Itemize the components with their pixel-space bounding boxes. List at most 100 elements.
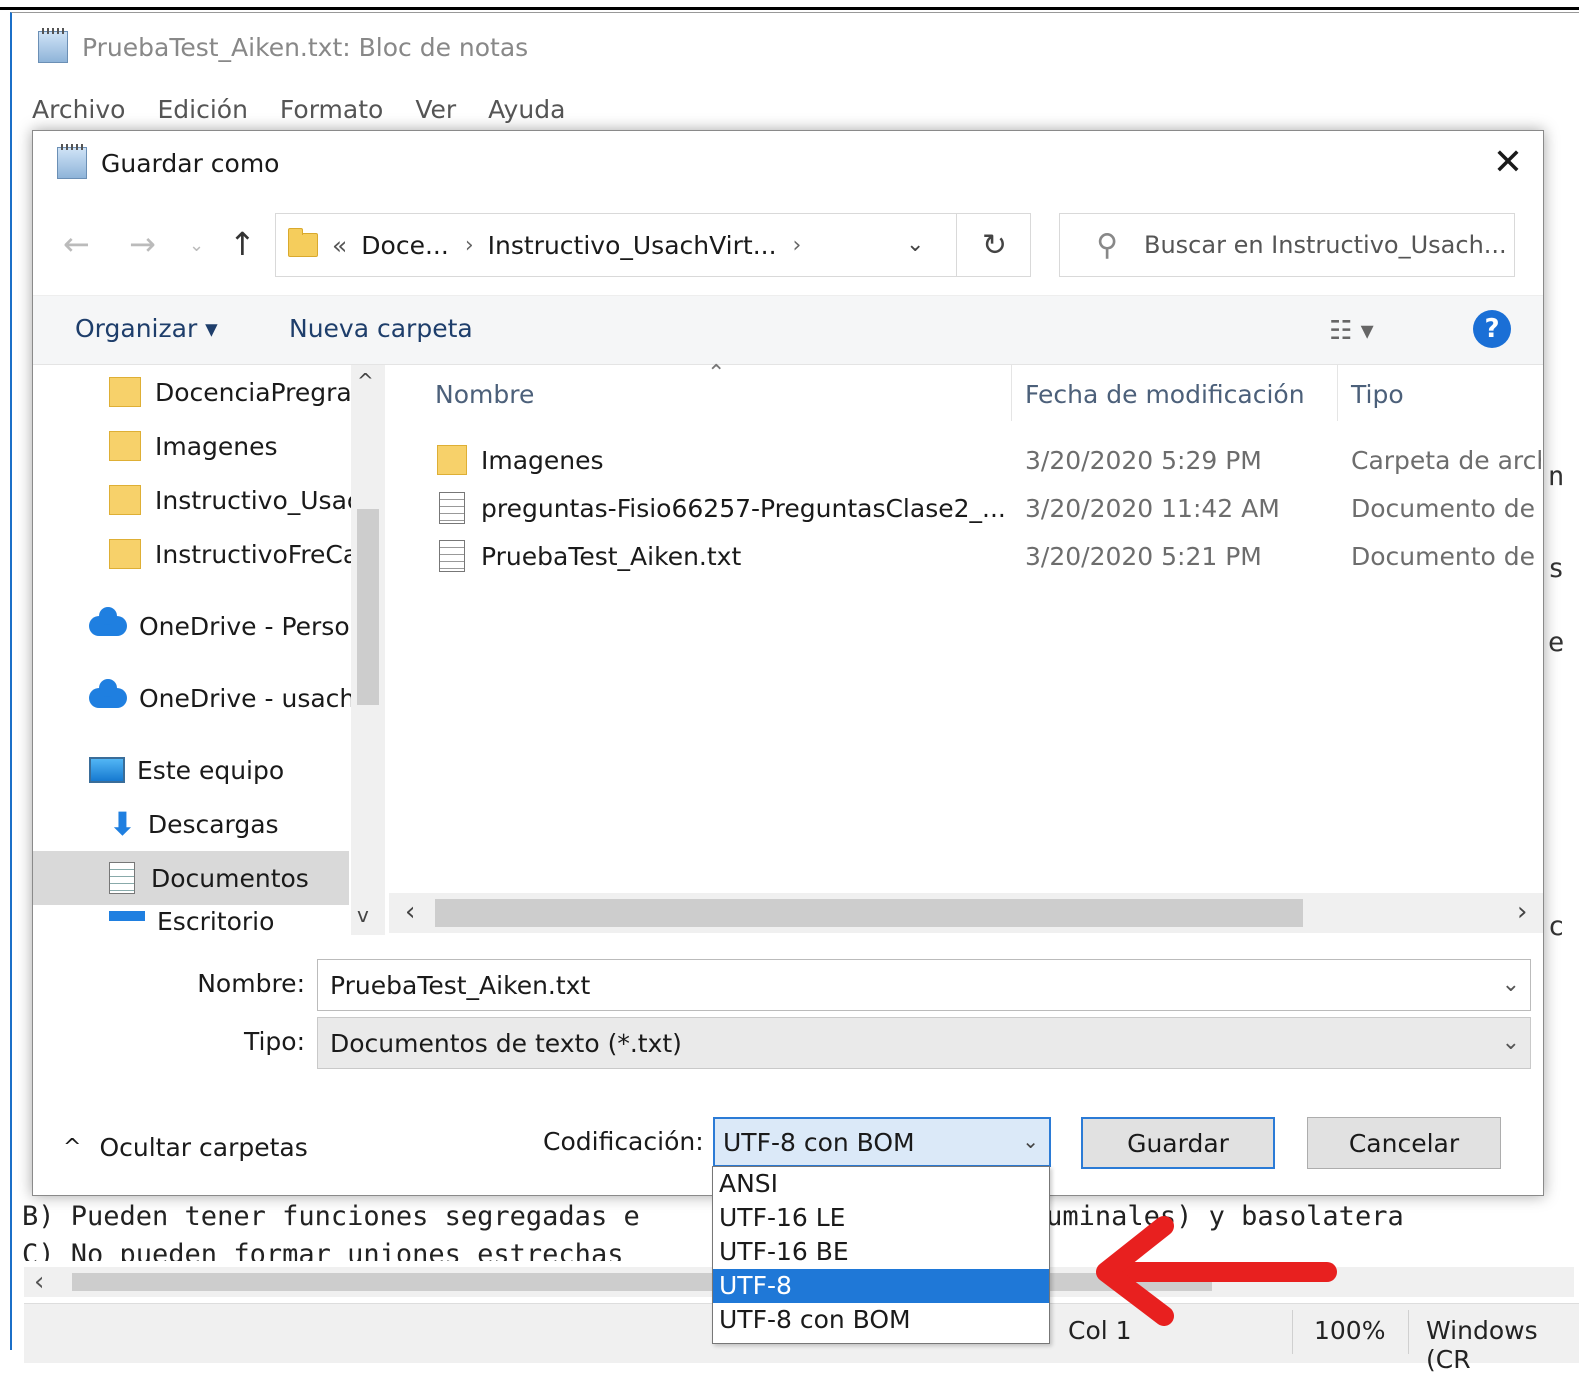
breadcrumb-chevron-icon[interactable]: › bbox=[793, 233, 802, 258]
scroll-left-icon[interactable]: ‹ bbox=[405, 897, 415, 927]
top-border bbox=[0, 0, 1579, 10]
encoding-option-utf8-bom[interactable]: UTF-8 con BOM bbox=[713, 1303, 1049, 1337]
nav-item-onedrive-personal[interactable]: OneDrive - Persor bbox=[89, 601, 360, 651]
filename-value: PruebaTest_Aiken.txt bbox=[330, 970, 591, 1000]
nav-item-docencia[interactable]: DocenciaPregrad bbox=[109, 367, 368, 417]
chevron-up-icon: ^ bbox=[63, 1135, 82, 1160]
chevron-down-icon[interactable]: ⌄ bbox=[1502, 972, 1520, 997]
cancel-button[interactable]: Cancelar bbox=[1307, 1117, 1501, 1169]
nav-item-label: Escritorio bbox=[157, 907, 275, 935]
close-icon[interactable]: ✕ bbox=[1493, 143, 1523, 183]
folder-icon bbox=[109, 431, 141, 461]
folder-icon bbox=[109, 377, 141, 407]
view-options-icon[interactable]: ☷ ▾ bbox=[1329, 316, 1374, 346]
address-dropdown-icon[interactable]: ⌄ bbox=[906, 232, 924, 257]
desktop-icon bbox=[109, 911, 145, 921]
folder-icon bbox=[109, 485, 141, 515]
breadcrumb-chevron-icon[interactable]: › bbox=[465, 233, 474, 258]
nav-item-instructivo-freca[interactable]: InstructivoFreCa bbox=[109, 529, 358, 579]
breadcrumb-instructivo[interactable]: Instructivo_UsachVirt... bbox=[488, 231, 777, 260]
encoding-option-ansi[interactable]: ANSI bbox=[713, 1167, 1049, 1201]
encoding-option-utf16le[interactable]: UTF-16 LE bbox=[713, 1201, 1049, 1235]
nav-item-onedrive-usach[interactable]: OneDrive - usach. bbox=[89, 673, 363, 723]
search-box[interactable]: ⚲ Buscar en Instructivo_Usach... bbox=[1059, 213, 1515, 277]
file-date: 3/20/2020 5:21 PM bbox=[1025, 541, 1262, 571]
refresh-icon[interactable]: ↻ bbox=[956, 214, 1032, 276]
save-button[interactable]: Guardar bbox=[1081, 1117, 1275, 1169]
nav-item-descargas[interactable]: ⬇ Descargas bbox=[109, 799, 279, 849]
file-name: Imagenes bbox=[481, 445, 604, 475]
back-arrow-icon[interactable]: ← bbox=[63, 225, 90, 263]
chevron-down-icon[interactable]: ⌄ bbox=[1022, 1129, 1039, 1153]
file-list: ⌃ Nombre Fecha de modificación Tipo Imag… bbox=[389, 361, 1543, 935]
breadcrumb-docencia[interactable]: Doce... bbox=[361, 231, 449, 260]
dialog-title: Guardar como bbox=[101, 148, 280, 178]
text-fragment: e bbox=[1548, 627, 1565, 658]
address-bar[interactable]: « Doce... › Instructivo_UsachVirt... › ⌄… bbox=[275, 213, 1031, 277]
scroll-up-icon[interactable]: ^ bbox=[357, 369, 374, 393]
new-folder-button[interactable]: Nueva carpeta bbox=[289, 314, 473, 343]
notepad-text-line[interactable]: C) No pueden formar uniones estrechas bbox=[22, 1239, 623, 1261]
hide-folders-button[interactable]: ^ Ocultar carpetas bbox=[63, 1133, 308, 1162]
menu-ver[interactable]: Ver bbox=[415, 95, 456, 124]
file-row[interactable]: PruebaTest_Aiken.txt bbox=[437, 533, 741, 579]
menu-edicion[interactable]: Edición bbox=[157, 95, 247, 124]
onedrive-cloud-icon bbox=[89, 679, 127, 708]
download-arrow-icon: ⬇ bbox=[109, 805, 136, 843]
encoding-option-utf8[interactable]: UTF-8 bbox=[713, 1269, 1049, 1303]
nav-item-imagenes[interactable]: Imagenes bbox=[109, 421, 278, 471]
nav-item-label: DocenciaPregrad bbox=[155, 377, 368, 407]
computer-icon bbox=[89, 757, 125, 783]
filetype-select[interactable]: Documentos de texto (*.txt) ⌄ bbox=[317, 1017, 1531, 1069]
nav-item-label: OneDrive - Persor bbox=[139, 611, 360, 641]
onedrive-cloud-icon bbox=[89, 607, 127, 636]
nav-item-instructivo-usach[interactable]: Instructivo_Usac bbox=[109, 475, 361, 525]
nav-item-escritorio[interactable]: Escritorio bbox=[109, 907, 274, 935]
file-type: Documento de texto bbox=[1351, 493, 1541, 523]
nav-item-documentos[interactable]: Documentos bbox=[109, 853, 309, 903]
hide-folders-label: Ocultar carpetas bbox=[99, 1133, 308, 1162]
notepad-icon bbox=[38, 28, 68, 63]
menu-formato[interactable]: Formato bbox=[280, 95, 383, 124]
notepad-titlebar: PruebaTest_Aiken.txt: Bloc de notas bbox=[12, 13, 1579, 81]
column-header-date[interactable]: Fecha de modificación bbox=[1025, 365, 1305, 423]
search-placeholder: Buscar en Instructivo_Usach... bbox=[1143, 231, 1507, 259]
scroll-left-icon[interactable]: ‹ bbox=[34, 1267, 44, 1297]
scroll-thumb[interactable] bbox=[357, 509, 379, 705]
file-date: 3/20/2020 11:42 AM bbox=[1025, 493, 1280, 523]
breadcrumb-overflow[interactable]: « bbox=[332, 231, 347, 260]
folder-icon bbox=[109, 539, 141, 569]
menu-ayuda[interactable]: Ayuda bbox=[488, 95, 565, 124]
file-row[interactable]: Imagenes bbox=[437, 437, 604, 483]
nav-item-label: InstructivoFreCa bbox=[155, 539, 359, 569]
text-fragment: c bbox=[1548, 911, 1565, 942]
red-arrow-annotation bbox=[1096, 1216, 1337, 1326]
column-header-type[interactable]: Tipo bbox=[1351, 365, 1404, 423]
column-header-name[interactable]: Nombre bbox=[435, 365, 534, 423]
filename-input[interactable]: PruebaTest_Aiken.txt ⌄ bbox=[317, 959, 1531, 1011]
encoding-select[interactable]: UTF-8 con BOM ⌄ bbox=[713, 1117, 1051, 1167]
status-line-ending: Windows (CR bbox=[1426, 1316, 1538, 1374]
dialog-toolbar: Organizar ▾ Nueva carpeta ☷ ▾ ? bbox=[33, 295, 1543, 365]
sort-ascending-icon: ⌃ bbox=[707, 361, 726, 386]
help-icon[interactable]: ? bbox=[1473, 310, 1511, 348]
encoding-value: UTF-8 con BOM bbox=[723, 1127, 915, 1157]
file-row[interactable]: preguntas-Fisio66257-PreguntasClase2_... bbox=[437, 485, 1006, 531]
organize-button[interactable]: Organizar ▾ bbox=[75, 314, 218, 343]
chevron-down-icon[interactable]: ⌄ bbox=[1502, 1030, 1520, 1055]
menu-archivo[interactable]: Archivo bbox=[32, 95, 125, 124]
nav-item-label: Documentos bbox=[151, 863, 309, 893]
scroll-down-icon[interactable]: v bbox=[357, 903, 369, 927]
text-fragment: s bbox=[1548, 553, 1565, 584]
forward-arrow-icon[interactable]: → bbox=[129, 225, 156, 263]
nav-item-este-equipo[interactable]: Este equipo bbox=[89, 745, 284, 795]
scroll-thumb[interactable] bbox=[435, 899, 1303, 927]
text-file-icon bbox=[439, 540, 465, 572]
nav-pane-scrollbar[interactable]: ^ v bbox=[351, 365, 385, 935]
scroll-right-icon[interactable]: › bbox=[1517, 897, 1527, 927]
file-list-horizontal-scrollbar[interactable]: ‹ › bbox=[389, 893, 1543, 933]
recent-dropdown-icon[interactable]: ⌄ bbox=[189, 235, 204, 256]
encoding-label: Codificación: bbox=[543, 1127, 704, 1156]
encoding-option-utf16be[interactable]: UTF-16 BE bbox=[713, 1235, 1049, 1269]
up-arrow-icon[interactable]: ↑ bbox=[229, 225, 256, 263]
